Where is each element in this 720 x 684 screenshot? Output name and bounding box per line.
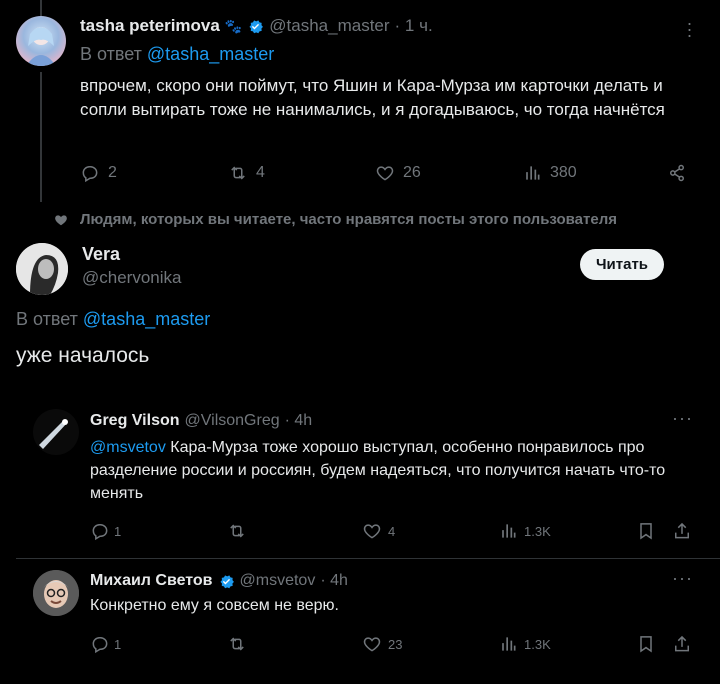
reply-count: 1 bbox=[114, 523, 122, 539]
views-count: 1.3K bbox=[524, 636, 551, 652]
reply-prefix: В ответ bbox=[16, 309, 78, 329]
author-handle[interactable]: @chervonika bbox=[82, 268, 181, 288]
repost-icon bbox=[230, 637, 244, 651]
reply-to-link[interactable]: @tasha_master bbox=[147, 44, 274, 64]
reply-count: 1 bbox=[114, 636, 122, 652]
post-time[interactable]: · 4h bbox=[320, 572, 348, 590]
reply-context: В ответ @tasha_master bbox=[16, 309, 210, 330]
emoji: 🐾 bbox=[224, 17, 243, 34]
post-text: впрочем, скоро они поймут, что Яшин и Ка… bbox=[80, 76, 665, 119]
post-header: Михаил Светов @msvetov · 4h bbox=[90, 572, 348, 590]
like-button[interactable]: 23 bbox=[362, 634, 402, 654]
more-options-icon[interactable]: ··· bbox=[684, 14, 696, 44]
share-icon bbox=[675, 635, 689, 652]
views-icon bbox=[502, 637, 516, 651]
avatar[interactable] bbox=[33, 570, 79, 616]
share-icon bbox=[675, 522, 689, 539]
views-button[interactable]: 1.3K bbox=[498, 521, 551, 541]
like-button[interactable]: 26 bbox=[375, 163, 421, 183]
reply-icon bbox=[92, 637, 108, 654]
repost-button[interactable] bbox=[227, 634, 255, 654]
views-button[interactable]: 1.3K bbox=[498, 634, 551, 654]
author-name[interactable]: tasha peterimova bbox=[80, 16, 220, 36]
views-count: 1.3K bbox=[524, 523, 551, 539]
mention-link[interactable]: @msvetov bbox=[90, 439, 166, 456]
more-options-icon[interactable]: ··· bbox=[672, 408, 693, 429]
reply-to-link[interactable]: @tasha_master bbox=[83, 309, 210, 329]
author-handle[interactable]: @tasha_master bbox=[269, 16, 389, 36]
author-name[interactable]: Greg Vilson bbox=[90, 412, 180, 430]
reply-button[interactable]: 2 bbox=[80, 163, 117, 183]
bookmark-button[interactable] bbox=[636, 634, 656, 654]
author-handle[interactable]: @msvetov bbox=[240, 572, 316, 590]
repost-icon bbox=[230, 524, 244, 538]
post-text: уже началось bbox=[16, 344, 150, 367]
reply-count: 2 bbox=[108, 164, 117, 181]
like-count: 26 bbox=[403, 164, 421, 181]
reply-context: В ответ @tasha_master bbox=[80, 44, 274, 65]
bookmark-icon bbox=[640, 523, 652, 540]
verified-badge-icon bbox=[249, 19, 264, 33]
post-header: Greg Vilson @VilsonGreg · 4h bbox=[90, 412, 312, 430]
divider bbox=[16, 558, 720, 559]
views-button[interactable]: 380 bbox=[522, 163, 577, 183]
share-button[interactable] bbox=[672, 634, 692, 654]
share-button[interactable] bbox=[672, 521, 692, 541]
post-text: @msvetov Кара-Мурза тоже хорошо выступал… bbox=[90, 436, 690, 505]
social-context-text: Людям, которых вы читаете, часто нравятс… bbox=[80, 211, 617, 228]
bookmark-button[interactable] bbox=[636, 521, 656, 541]
reply-button[interactable]: 1 bbox=[90, 634, 121, 654]
post-time[interactable]: · 4h bbox=[285, 412, 313, 430]
reply-icon bbox=[92, 524, 108, 541]
more-options-icon[interactable]: ··· bbox=[672, 568, 693, 589]
author-name[interactable]: Vera bbox=[82, 244, 120, 265]
reply-prefix: В ответ bbox=[80, 44, 142, 64]
social-context: Людям, которых вы читаете, часто нравятс… bbox=[54, 211, 617, 228]
reply-icon bbox=[82, 166, 98, 183]
views-icon bbox=[526, 166, 540, 180]
avatar[interactable] bbox=[16, 243, 68, 295]
post-body: Кара-Мурза тоже хорошо выступал, особенн… bbox=[90, 439, 666, 502]
heart-icon bbox=[376, 166, 394, 181]
author-handle[interactable]: @VilsonGreg bbox=[185, 412, 280, 430]
bookmark-icon bbox=[640, 636, 652, 653]
reply-button[interactable]: 1 bbox=[90, 521, 121, 541]
like-button[interactable]: 4 bbox=[362, 521, 395, 541]
share-button[interactable] bbox=[667, 163, 687, 183]
repost-count: 4 bbox=[256, 164, 265, 181]
repost-button[interactable]: 4 bbox=[228, 163, 265, 183]
heart-icon bbox=[363, 637, 381, 652]
avatar[interactable] bbox=[16, 16, 66, 66]
avatar[interactable] bbox=[33, 409, 79, 455]
like-count: 23 bbox=[388, 636, 403, 652]
post-header: tasha peterimova 🐾 @tasha_master · 1 ч. bbox=[80, 16, 433, 36]
heart-filled-icon bbox=[55, 214, 67, 225]
views-icon bbox=[502, 524, 516, 538]
repost-button[interactable] bbox=[227, 521, 255, 541]
verified-badge-icon bbox=[219, 574, 234, 588]
heart-icon bbox=[363, 524, 381, 539]
post-text: Конкретно ему я совсем не верю. bbox=[90, 597, 339, 614]
follow-button[interactable]: Читать bbox=[580, 249, 665, 280]
share-icon bbox=[670, 164, 684, 182]
thread-line bbox=[40, 0, 42, 16]
views-count: 380 bbox=[550, 164, 577, 181]
post-time[interactable]: · 1 ч. bbox=[395, 16, 433, 36]
repost-icon bbox=[231, 166, 245, 180]
like-count: 4 bbox=[388, 523, 396, 539]
thread-line bbox=[40, 72, 42, 202]
author-name[interactable]: Михаил Светов bbox=[90, 572, 213, 590]
